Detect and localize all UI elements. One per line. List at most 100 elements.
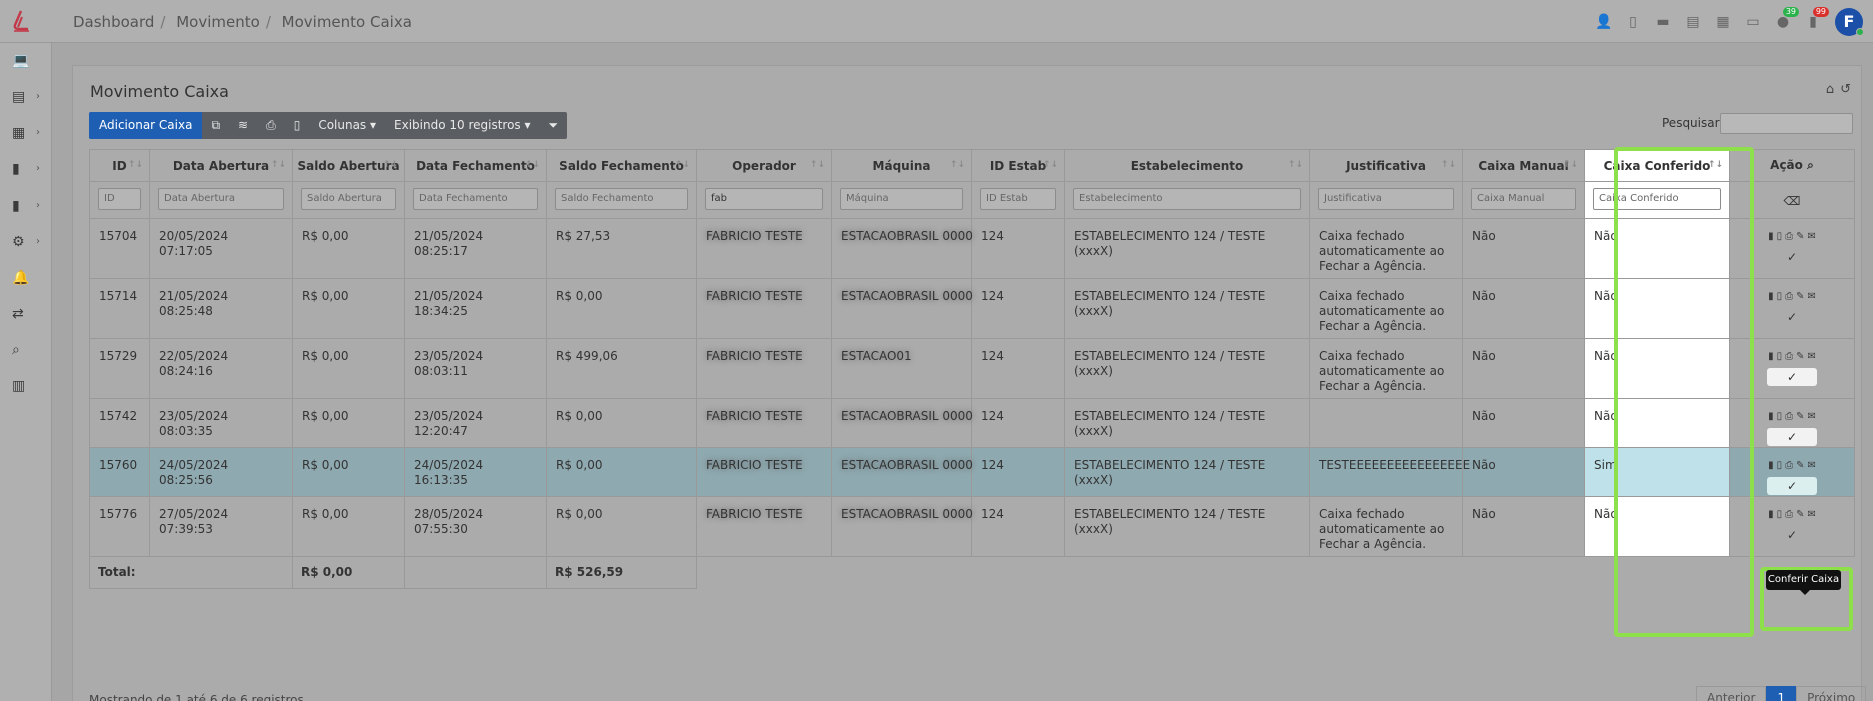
edit-icon[interactable]: ✎ bbox=[1796, 409, 1804, 424]
table-row[interactable]: 15714 21/05/2024 08:25:48 R$ 0,00 21/05/202… bbox=[89, 278, 1855, 339]
sidebar-item-layout[interactable]: ▥ bbox=[12, 378, 46, 398]
filter-id-input[interactable]: ID bbox=[98, 188, 141, 210]
file-icon[interactable]: ▯ bbox=[1777, 409, 1783, 424]
print-icon[interactable]: ⎙ bbox=[257, 112, 285, 139]
col-caixa-manual[interactable]: Caixa Manual ↑↓ bbox=[1462, 149, 1585, 182]
print-icon[interactable]: ⎙ bbox=[1785, 458, 1793, 473]
search-input[interactable] bbox=[1720, 113, 1853, 134]
cash-register-icon[interactable]: ▤ bbox=[1685, 14, 1701, 30]
envelope-icon[interactable]: ✉ bbox=[1808, 289, 1816, 304]
notification-icon[interactable]: ● 39 bbox=[1775, 7, 1799, 30]
card-icon[interactable]: ▬ bbox=[1655, 14, 1671, 30]
edit-icon[interactable]: ✎ bbox=[1796, 349, 1804, 364]
col-justificativa[interactable]: Justificativa ↑↓ bbox=[1309, 149, 1463, 182]
col-data-abertura[interactable]: Data Abertura ↑↓ bbox=[149, 149, 293, 182]
filter-caixa-manual-input[interactable]: Caixa Manual bbox=[1471, 188, 1576, 210]
app-logo-icon[interactable] bbox=[10, 9, 32, 33]
envelope-icon[interactable]: ✉ bbox=[1808, 458, 1816, 473]
table-row[interactable]: 15729 22/05/2024 08:24:16 R$ 0,00 23/05/202… bbox=[89, 338, 1855, 399]
edit-icon[interactable]: ✎ bbox=[1796, 289, 1804, 304]
sidebar-item-settings[interactable]: ⚙ › bbox=[12, 234, 46, 254]
sidebar-item-tables[interactable]: ▤ › bbox=[12, 89, 46, 109]
edit-icon[interactable]: ✎ bbox=[1796, 458, 1804, 473]
filter-saldo-fechamento-input[interactable]: Saldo Fechamento bbox=[555, 188, 688, 210]
filter-caixa-conferido-input[interactable]: Caixa Conferido bbox=[1593, 188, 1721, 210]
filter-saldo-abertura-input[interactable]: Saldo Abertura bbox=[301, 188, 396, 210]
pdf-icon[interactable]: ▯ bbox=[285, 112, 310, 139]
sidebar-item-reports[interactable]: ▮ › bbox=[12, 198, 46, 218]
conferir-caixa-button[interactable]: ✓ bbox=[1767, 308, 1817, 326]
filter-operador-input[interactable]: fab bbox=[705, 188, 823, 210]
bank-icon[interactable]: ⌂ bbox=[1826, 82, 1834, 97]
eraser-icon[interactable]: ⌫ bbox=[1784, 194, 1801, 208]
page-length-button[interactable]: Exibindo 10 registros ▾ bbox=[385, 112, 540, 139]
user-cog-icon[interactable]: 👤 bbox=[1595, 14, 1612, 30]
edit-icon[interactable]: ✎ bbox=[1796, 229, 1804, 244]
table-row[interactable]: 15776 27/05/2024 07:39:53 R$ 0,00 28/05/202… bbox=[89, 496, 1855, 557]
sidebar-item-search[interactable]: ⌕ bbox=[12, 342, 46, 362]
sidebar-item-sync[interactable]: ⇄ bbox=[12, 306, 46, 326]
col-maquina[interactable]: Máquina ↑↓ bbox=[831, 149, 972, 182]
sidebar-item-files[interactable]: ▮ › bbox=[12, 161, 46, 181]
col-data-fechamento[interactable]: Data Fechamento ↑↓ bbox=[404, 149, 547, 182]
desktop-icon[interactable]: ▭ bbox=[1745, 14, 1761, 30]
print-icon[interactable]: ⎙ bbox=[1785, 289, 1793, 304]
table-row[interactable]: 15704 20/05/2024 07:17:05 R$ 0,00 21/05/202… bbox=[89, 218, 1855, 279]
print-icon[interactable]: ⎙ bbox=[1785, 349, 1793, 364]
avatar[interactable]: F bbox=[1835, 8, 1864, 36]
copy-icon[interactable]: ⧉ bbox=[202, 112, 229, 139]
print-icon[interactable]: ⎙ bbox=[1785, 507, 1793, 522]
envelope-icon[interactable]: ✉ bbox=[1808, 229, 1816, 244]
columns-button[interactable]: Colunas ▾ bbox=[309, 112, 385, 139]
filter-estabelecimento-input[interactable]: Estabelecimento bbox=[1073, 188, 1301, 210]
pagination-next[interactable]: Próximo bbox=[1796, 686, 1867, 701]
breadcrumb-dashboard[interactable]: Dashboard bbox=[73, 13, 154, 31]
breadcrumb-movimento[interactable]: Movimento bbox=[176, 13, 260, 31]
filter-maquina-input[interactable]: Máquina bbox=[840, 188, 963, 210]
conferir-caixa-button[interactable]: ✓ bbox=[1767, 477, 1817, 495]
add-caixa-button[interactable]: Adicionar Caixa bbox=[89, 112, 203, 139]
export-icon[interactable]: ≋ bbox=[229, 112, 257, 139]
file-icon[interactable]: ▯ bbox=[1777, 507, 1783, 522]
file-icon[interactable]: ▯ bbox=[1777, 458, 1783, 473]
table-row[interactable]: 15742 23/05/2024 08:03:35 R$ 0,00 23/05/202… bbox=[89, 398, 1855, 448]
col-saldo-abertura[interactable]: Saldo Abertura ↑↓ bbox=[292, 149, 405, 182]
conferir-caixa-button[interactable]: ✓ bbox=[1767, 368, 1817, 386]
filter-data-fechamento-input[interactable]: Data Fechamento bbox=[413, 188, 538, 210]
print-icon[interactable]: ⎙ bbox=[1785, 409, 1793, 424]
pagination-prev[interactable]: Anterior bbox=[1696, 686, 1767, 701]
col-id[interactable]: ID ↑↓ bbox=[89, 149, 150, 182]
conferir-caixa-button[interactable]: ✓ bbox=[1767, 526, 1817, 544]
envelope-icon[interactable]: ✉ bbox=[1808, 409, 1816, 424]
envelope-icon[interactable]: ✉ bbox=[1808, 507, 1816, 522]
filter-icon[interactable]: ⏷ bbox=[540, 112, 568, 139]
table-row[interactable]: 15760 24/05/2024 08:25:56 R$ 0,00 24/05/202… bbox=[89, 447, 1855, 497]
conferir-caixa-button[interactable]: ✓ bbox=[1767, 428, 1817, 446]
col-operador[interactable]: Operador ↑↓ bbox=[696, 149, 832, 182]
pagination-page-1[interactable]: 1 bbox=[1766, 686, 1797, 701]
pdf-icon[interactable]: ▮ bbox=[1768, 349, 1774, 364]
history-icon[interactable]: ↺ bbox=[1840, 82, 1851, 97]
file-icon[interactable]: ▯ bbox=[1777, 289, 1783, 304]
print-icon[interactable]: ⎙ bbox=[1785, 229, 1793, 244]
filter-justificativa-input[interactable]: Justificativa bbox=[1318, 188, 1454, 210]
pdf-icon[interactable]: ▮ bbox=[1768, 458, 1774, 473]
file-icon[interactable]: ▯ bbox=[1777, 349, 1783, 364]
search-icon[interactable]: ⌕ bbox=[1807, 158, 1814, 172]
envelope-icon[interactable]: ✉ bbox=[1808, 349, 1816, 364]
pdf-icon[interactable]: ▮ bbox=[1768, 229, 1774, 244]
col-id-estab[interactable]: ID Estab ↑↓ bbox=[971, 149, 1065, 182]
filter-id-estab-input[interactable]: ID Estab bbox=[980, 188, 1056, 210]
col-estabelecimento[interactable]: Estabelecimento ↑↓ bbox=[1064, 149, 1310, 182]
sidebar-item-grid[interactable]: ▦ › bbox=[12, 125, 46, 145]
edit-icon[interactable]: ✎ bbox=[1796, 507, 1804, 522]
sidebar-item-dashboard[interactable]: 💻 bbox=[12, 53, 46, 73]
conferir-caixa-button[interactable]: ✓ bbox=[1767, 248, 1817, 266]
pdf-icon[interactable]: ▮ bbox=[1768, 507, 1774, 522]
sidebar-item-notifications[interactable]: 🔔 bbox=[12, 270, 46, 290]
mobile-icon[interactable]: ▯ bbox=[1625, 14, 1641, 30]
newspaper-icon[interactable]: ▦ bbox=[1715, 14, 1731, 30]
pdf-icon[interactable]: ▮ bbox=[1768, 289, 1774, 304]
pdf-icon[interactable]: ▮ bbox=[1768, 409, 1774, 424]
col-saldo-fechamento[interactable]: Saldo Fechamento ↑↓ bbox=[546, 149, 697, 182]
